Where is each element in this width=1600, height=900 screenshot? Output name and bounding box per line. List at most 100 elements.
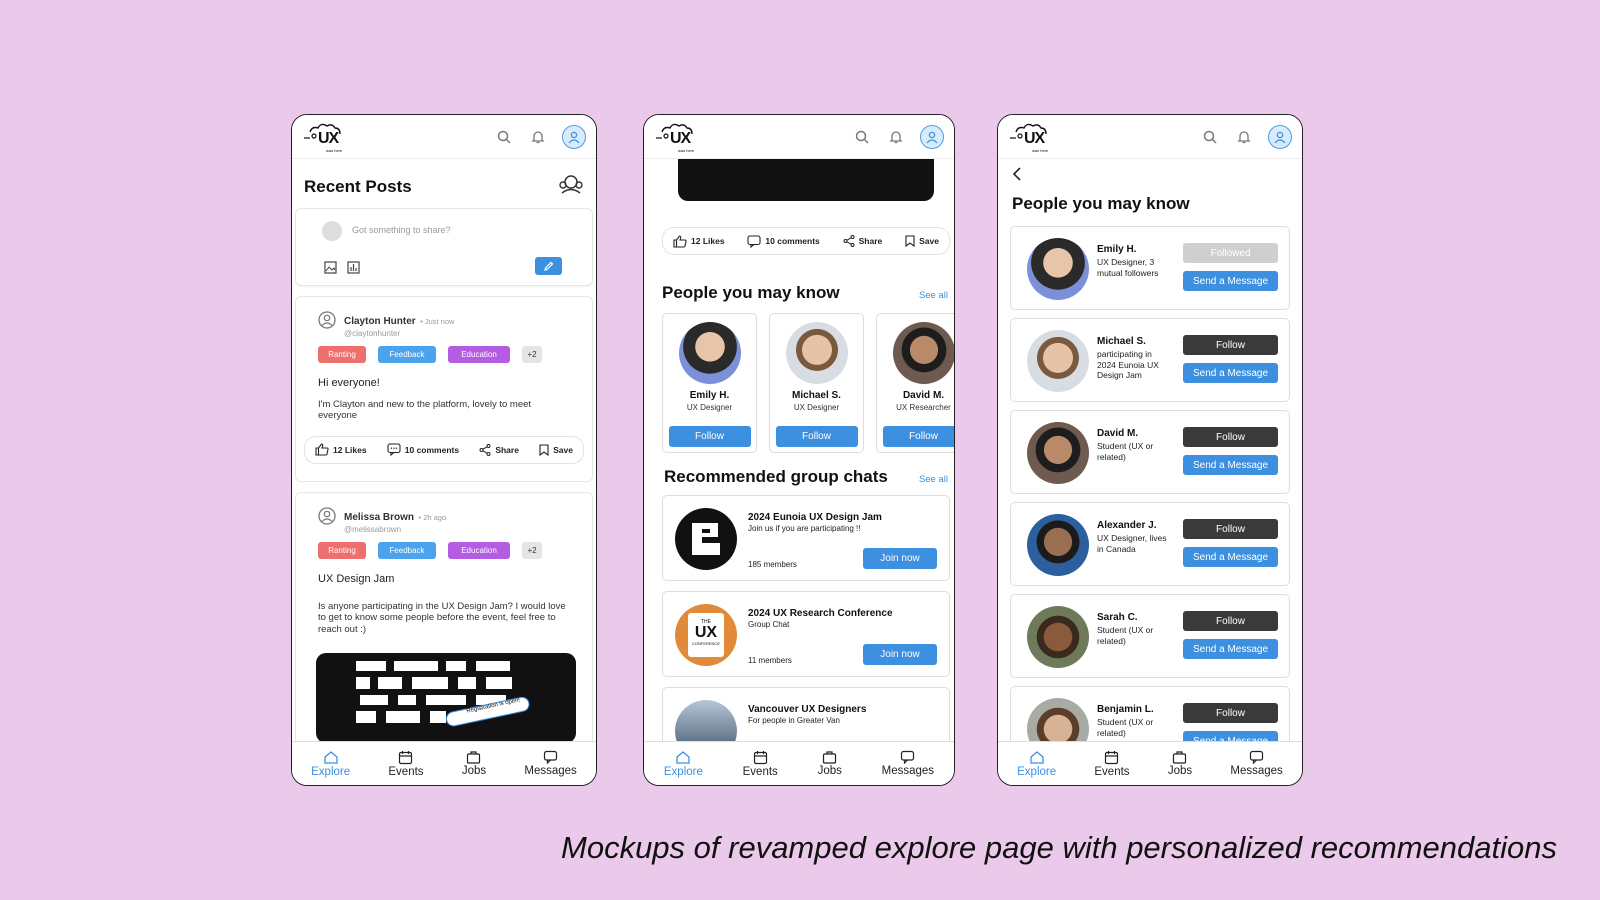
tag-education[interactable]: Education: [448, 542, 510, 559]
post-author[interactable]: Melissa Brown: [344, 512, 414, 523]
follow-button[interactable]: Follow: [882, 426, 954, 447]
search-icon[interactable]: [852, 127, 872, 147]
nav-label: Events: [742, 765, 778, 778]
group-card[interactable]: Vancouver UX Designers For people in Gre…: [662, 687, 950, 741]
person-description: participating in 2024 Eunoia UX Design J…: [1097, 349, 1159, 381]
follow-button[interactable]: Follow: [1183, 611, 1278, 631]
tag-more[interactable]: +2: [522, 346, 542, 363]
app-logo[interactable]: UX was here: [302, 118, 352, 156]
nav-explore[interactable]: Explore: [664, 750, 703, 778]
tag-ranting[interactable]: Ranting: [318, 542, 366, 559]
join-button[interactable]: Join now: [863, 548, 937, 569]
pencil-icon: [544, 261, 554, 271]
bookmark-icon: [539, 444, 549, 456]
tag-education[interactable]: Education: [448, 346, 510, 363]
nav-events[interactable]: Events: [1094, 750, 1130, 778]
follow-button[interactable]: Follow: [1183, 519, 1278, 539]
nav-messages[interactable]: Messages: [524, 750, 577, 777]
chat-icon: [543, 750, 558, 764]
see-all-people-link[interactable]: See all: [919, 290, 948, 301]
nav-label: Jobs: [1167, 765, 1193, 777]
join-button[interactable]: Join now: [863, 644, 937, 665]
person-photo: [1027, 238, 1089, 300]
nav-jobs[interactable]: Jobs: [818, 750, 842, 777]
calendar-icon: [1105, 750, 1119, 764]
nav-messages[interactable]: Messages: [882, 750, 934, 777]
bell-icon[interactable]: [528, 127, 548, 147]
app-logo[interactable]: UX was here: [1008, 118, 1058, 156]
person-photo: [678, 322, 741, 384]
bell-icon[interactable]: [1234, 127, 1254, 147]
nav-events[interactable]: Events: [388, 750, 424, 778]
like-button[interactable]: 12 Likes: [315, 443, 367, 456]
share-button[interactable]: Share: [479, 443, 519, 456]
send-message-button[interactable]: Send a Message: [1183, 271, 1278, 291]
search-icon[interactable]: [1200, 127, 1220, 147]
save-button[interactable]: Save: [539, 444, 573, 456]
group-card[interactable]: THE UX CONFERENCE 2024 UX Research Confe…: [662, 591, 950, 677]
follow-button[interactable]: Follow: [775, 426, 858, 447]
person-name: David M.: [1097, 428, 1139, 439]
send-message-button[interactable]: Send a Message: [1183, 547, 1278, 567]
post-author[interactable]: Clayton Hunter: [344, 316, 416, 327]
nav-jobs[interactable]: Jobs: [1168, 750, 1192, 777]
send-message-button[interactable]: Send a Message: [1183, 363, 1278, 383]
profile-avatar-icon[interactable]: [920, 124, 944, 149]
compose-button[interactable]: [535, 257, 562, 275]
app-logo[interactable]: UX was here: [654, 118, 704, 156]
follow-button[interactable]: Follow: [1183, 703, 1278, 723]
search-icon[interactable]: [494, 127, 514, 147]
profile-avatar-icon[interactable]: [562, 124, 586, 149]
nav-jobs[interactable]: Jobs: [462, 750, 486, 777]
send-message-button[interactable]: Send a Message: [1183, 639, 1278, 659]
see-all-groups-link[interactable]: See all: [919, 474, 948, 485]
group-card[interactable]: 2024 Eunoia UX Design Jam Join us if you…: [662, 495, 950, 581]
tag-ranting[interactable]: Ranting: [318, 346, 366, 363]
nav-explore[interactable]: Explore: [311, 750, 350, 778]
chat-icon: [1249, 750, 1264, 764]
person-name: Sarah C.: [1097, 612, 1138, 623]
tag-feedback[interactable]: Feedback: [378, 542, 436, 559]
user-avatar-icon[interactable]: [318, 507, 336, 530]
event-banner-image[interactable]: [678, 159, 934, 201]
post-composer[interactable]: Got something to share?: [295, 208, 593, 286]
person-name: Michael S.: [792, 390, 841, 401]
nav-explore[interactable]: Explore: [1017, 750, 1056, 778]
comment-button[interactable]: 10 comments: [747, 234, 820, 248]
bell-icon[interactable]: [886, 127, 906, 147]
logo-text: UX: [670, 129, 691, 147]
follow-button[interactable]: Follow: [1183, 335, 1278, 355]
tag-more[interactable]: +2: [522, 542, 542, 559]
community-icon[interactable]: [558, 173, 584, 200]
comment-icon: [387, 443, 401, 457]
back-button[interactable]: [998, 159, 1302, 186]
event-banner-image[interactable]: Registration is open!: [316, 653, 576, 741]
nav-messages[interactable]: Messages: [1230, 750, 1283, 777]
home-icon: [1029, 750, 1044, 764]
person-photo: [1027, 698, 1089, 741]
post-actions: 12 Likes 10 comments Share Save: [662, 227, 950, 255]
composer-placeholder[interactable]: Got something to share?: [352, 225, 451, 235]
send-message-button[interactable]: Send a Message: [1183, 455, 1278, 475]
poll-icon[interactable]: [347, 261, 360, 279]
chevron-left-icon: [1012, 167, 1021, 181]
like-button[interactable]: 12 Likes: [673, 234, 725, 248]
logo-subtext: was here: [326, 147, 343, 153]
send-message-button[interactable]: Send a Message: [1183, 731, 1278, 741]
tag-feedback[interactable]: Feedback: [378, 346, 436, 363]
nav-events[interactable]: Events: [743, 750, 778, 778]
person-card: Michael S. UX Designer Follow: [769, 313, 864, 453]
group-title: 2024 Eunoia UX Design Jam: [748, 512, 882, 523]
save-button[interactable]: Save: [905, 235, 939, 247]
followed-button[interactable]: Followed: [1183, 243, 1278, 263]
follow-button[interactable]: Follow: [668, 426, 751, 447]
profile-avatar-icon[interactable]: [1268, 124, 1292, 149]
nav-label: Jobs: [461, 765, 487, 777]
people-carousel[interactable]: Emily H. UX Designer Follow Michael S. U…: [662, 313, 954, 457]
follow-button[interactable]: Follow: [1183, 427, 1278, 447]
comment-button[interactable]: 10 comments: [387, 443, 459, 457]
share-button[interactable]: Share: [843, 235, 882, 247]
user-avatar-icon[interactable]: [318, 311, 336, 334]
image-icon[interactable]: [324, 261, 337, 279]
post-body: Is anyone participating in the UX Design…: [318, 601, 566, 635]
